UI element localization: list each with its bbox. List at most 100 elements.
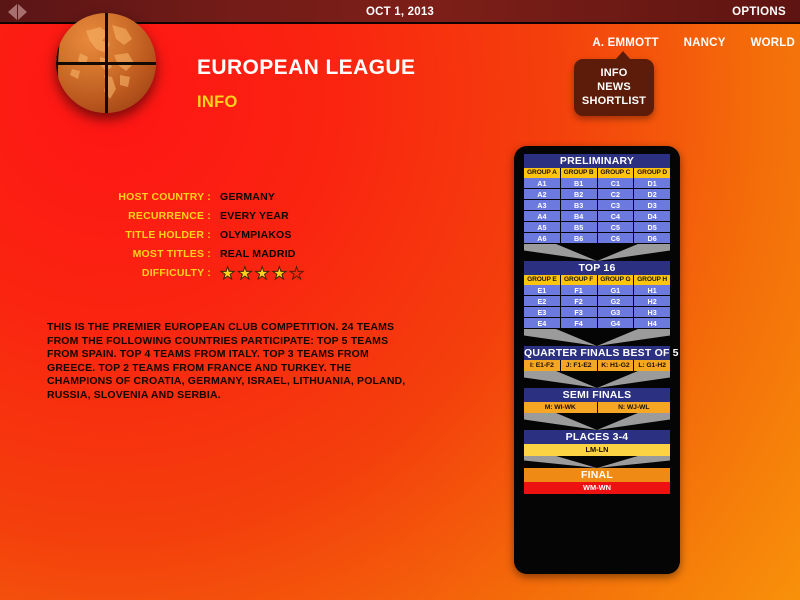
- match-cell: J: F1-E2: [560, 360, 598, 371]
- match-cell: K: H1-G2: [597, 360, 635, 371]
- match-cell: LM-LN: [524, 444, 670, 456]
- team-slot: H3: [634, 307, 670, 318]
- team-slot: E3: [524, 307, 561, 318]
- field-recurrence: RECURRENCE : EVERY YEAR: [40, 207, 360, 225]
- team-slot: B5: [560, 222, 598, 233]
- team-slot: D4: [634, 211, 670, 222]
- team-slot: D1: [634, 178, 670, 189]
- field-difficulty: DIFFICULTY : ★ ★ ★ ★ ★: [40, 264, 360, 282]
- star-filled-icon: ★: [271, 263, 287, 283]
- team-slot: F1: [560, 285, 598, 296]
- team-slot: H1: [634, 285, 670, 296]
- seam-horizontal: [56, 62, 156, 65]
- team-slot: F2: [560, 296, 598, 307]
- match-cell: L: G1-H2: [634, 360, 670, 371]
- stage-title: PLACES 3-4: [524, 430, 670, 444]
- team-slot: E4: [524, 318, 561, 329]
- match-cell: I: E1-F2: [524, 360, 561, 371]
- team-slot: A5: [524, 222, 561, 233]
- options-button[interactable]: OPTIONS: [732, 0, 786, 24]
- stage-title: QUARTER FINALS BEST OF 5: [524, 346, 679, 360]
- field-value: OLYMPIAKOS: [220, 229, 292, 241]
- stage-title: FINAL: [524, 468, 670, 482]
- nav-item-team[interactable]: NANCY: [684, 37, 726, 49]
- table-row: A1 B1 C1 D1: [524, 178, 670, 189]
- game-screen: OCT 1, 2013 OPTIONS EUROPEAN LEAGUE INFO…: [0, 0, 800, 600]
- field-label: DIFFICULTY :: [141, 267, 211, 279]
- team-slot: A6: [524, 233, 561, 244]
- team-slot: D6: [634, 233, 670, 244]
- match-cell: WM-WN: [524, 482, 670, 494]
- field-label: TITLE HOLDER :: [125, 229, 211, 241]
- team-slot: E1: [524, 285, 561, 296]
- team-slot: A4: [524, 211, 561, 222]
- stage-top16: TOP 16 GROUP E GROUP F GROUP G GROUP H E1 F1…: [524, 261, 670, 329]
- team-slot: H4: [634, 318, 670, 329]
- field-value: GERMANY: [220, 191, 276, 203]
- team-slot: D2: [634, 189, 670, 200]
- group-header: GROUP H: [634, 275, 670, 285]
- group-headers: GROUP A GROUP B GROUP C GROUP D: [524, 168, 670, 178]
- nav-item-user[interactable]: A. EMMOTT: [592, 37, 658, 49]
- page-title: EUROPEAN LEAGUE: [197, 56, 416, 79]
- group-header: GROUP D: [634, 168, 670, 178]
- page-subtitle: INFO: [197, 93, 238, 111]
- bracket-connector-3: [524, 371, 670, 388]
- basketball-globe-logo: [56, 13, 156, 113]
- stage-preliminary: PRELIMINARY GROUP A GROUP B GROUP C GROUP D…: [524, 154, 670, 244]
- nav-item-world[interactable]: WORLD: [751, 37, 795, 49]
- team-slot: A1: [524, 178, 561, 189]
- star-filled-icon: ★: [219, 263, 236, 283]
- team-slot: C6: [597, 233, 635, 244]
- team-slot: C1: [597, 178, 635, 189]
- team-slot: G3: [597, 307, 635, 318]
- field-title-holder: TITLE HOLDER : OLYMPIAKOS: [40, 226, 360, 244]
- table-row: A4 B4 C4 D4: [524, 211, 670, 222]
- table-row: A3 B3 C3 D3: [524, 200, 670, 211]
- group-header: GROUP C: [597, 168, 635, 178]
- stage-quarter-finals: QUARTER FINALS BEST OF 5 I: E1-F2 J: F1-E…: [524, 346, 679, 371]
- group-rows: A1 B1 C1 D1 A2 B2 C2 D2 A3 B3 C3 D3 A4 B4 C4 D4 A5 B5 C5 D5…: [524, 178, 670, 244]
- team-slot: G4: [597, 318, 635, 329]
- basketball-icon: [56, 13, 156, 113]
- team-slot: B1: [560, 178, 598, 189]
- stage-final: FINAL WM-WN: [524, 468, 670, 494]
- table-row: E4 F4 G4 H4: [524, 318, 670, 329]
- group-header: GROUP E: [524, 275, 561, 285]
- field-most-titles: MOST TITLES : REAL MADRID: [40, 245, 360, 263]
- menu-item-info[interactable]: INFO: [574, 66, 654, 80]
- team-slot: C5: [597, 222, 635, 233]
- team-slot: B3: [560, 200, 598, 211]
- bracket-connector-5: [524, 456, 670, 468]
- bracket-connector-1: [524, 244, 670, 261]
- group-header: GROUP G: [597, 275, 635, 285]
- match-list: I: E1-F2 J: F1-E2 K: H1-G2 L: G1-H2: [524, 360, 670, 371]
- field-host-country: HOST COUNTRY : GERMANY: [40, 188, 360, 206]
- team-slot: G2: [597, 296, 635, 307]
- table-row: E2 F2 G2 H2: [524, 296, 670, 307]
- dropdown-pointer-icon: [615, 51, 631, 60]
- team-slot: H2: [634, 296, 670, 307]
- bracket-connector-2: [524, 329, 670, 346]
- menu-item-shortlist[interactable]: SHORTLIST: [574, 94, 654, 108]
- stage-title: SEMI FINALS: [524, 388, 670, 402]
- team-slot: C2: [597, 189, 635, 200]
- match-cell: M: WI-WK: [524, 402, 598, 413]
- menu-item-news[interactable]: NEWS: [574, 80, 654, 94]
- stage-title: PRELIMINARY: [524, 154, 670, 168]
- user-dropdown-menu: INFO NEWS SHORTLIST: [574, 51, 654, 116]
- team-slot: F3: [560, 307, 598, 318]
- group-headers: GROUP E GROUP F GROUP G GROUP H: [524, 275, 670, 285]
- star-filled-icon: ★: [254, 263, 270, 283]
- field-label: MOST TITLES :: [132, 248, 211, 260]
- field-value: REAL MADRID: [220, 248, 296, 260]
- star-filled-icon: ★: [237, 263, 253, 283]
- stage-title: TOP 16: [524, 261, 670, 275]
- tournament-bracket-panel: PRELIMINARY GROUP A GROUP B GROUP C GROUP D…: [514, 146, 680, 574]
- star-empty-icon: ★: [288, 263, 305, 283]
- info-fields: HOST COUNTRY : GERMANY RECURRENCE : EVER…: [40, 188, 360, 283]
- match-list: M: WI-WK N: WJ-WL: [524, 402, 670, 413]
- team-slot: D5: [634, 222, 670, 233]
- group-header: GROUP B: [560, 168, 598, 178]
- table-row: A6 B6 C6 D6: [524, 233, 670, 244]
